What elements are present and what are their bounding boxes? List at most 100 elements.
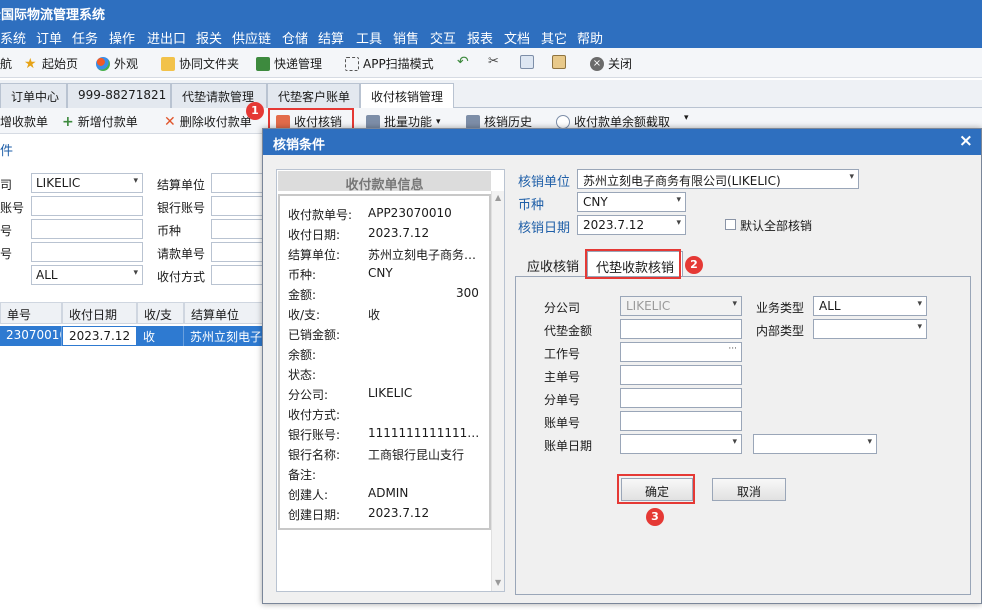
account-input[interactable] <box>31 196 143 216</box>
copy-button[interactable] <box>520 55 534 69</box>
menu-item-interaction[interactable]: 交互 <box>430 28 456 47</box>
job-no-input[interactable]: ··· <box>620 342 742 362</box>
verify-unit-value: 苏州立刻电子商务有限公司(LIKELIC) <box>583 174 781 188</box>
menu-item-warehouse[interactable]: 仓储 <box>282 28 308 47</box>
grid-header[interactable]: 收/支 <box>137 302 184 324</box>
advance-amount-input[interactable] <box>620 319 742 339</box>
tab-advance-bill[interactable]: 代垫客户账单 <box>267 83 360 108</box>
bill-no-input[interactable] <box>620 411 742 431</box>
default-all-checkbox[interactable] <box>725 219 736 230</box>
type-value: ALL <box>36 268 58 282</box>
ellipsis-icon[interactable]: ··· <box>728 344 737 354</box>
grid-cell[interactable]: 苏州立刻电子 <box>184 326 274 346</box>
close-icon[interactable]: × <box>959 131 973 151</box>
tab-verify-management[interactable]: 收付核销管理 <box>360 83 454 109</box>
menu-item-reports[interactable]: 报表 <box>467 28 493 47</box>
tab-receivable-verify[interactable]: 应收核销 <box>519 251 587 277</box>
home-button[interactable]: ★ 起始页 <box>24 55 78 72</box>
house-no-label: 分单号 <box>544 393 581 407</box>
tab-order-center[interactable]: 订单中心 <box>0 83 67 108</box>
results-grid: 单号 收付日期 收/支 结算单位 23070010 2023.7.12 收 苏州… <box>0 302 275 602</box>
delete-payment-button[interactable]: ✕ 删除收付款单 <box>164 113 252 130</box>
grid-cell[interactable]: 23070010 <box>0 326 62 346</box>
branch-select[interactable]: LIKELIC ▾ <box>620 296 742 316</box>
grid-cell[interactable]: 收 <box>137 326 184 346</box>
confirm-button[interactable]: 确定 <box>621 478 693 501</box>
bill-date-from[interactable]: ▾ <box>620 434 742 454</box>
bill-date-to[interactable]: ▾ <box>753 434 877 454</box>
scissors-icon: ✂ <box>488 54 499 69</box>
info-scrollbar[interactable]: ▲ ▼ <box>491 191 504 591</box>
master-no-input[interactable] <box>620 365 742 385</box>
menu-item-operation[interactable]: 操作 <box>109 28 135 47</box>
shared-folder-label: 协同文件夹 <box>179 57 240 71</box>
internal-type-select[interactable]: ▾ <box>813 319 927 339</box>
account-label: 账号 <box>0 201 25 215</box>
payment-info-header: 收付款单信息 <box>278 171 491 193</box>
request-no-label: 请款单号 <box>157 247 206 261</box>
document-tabs: 订单中心 999-88271821 代垫请款管理 代垫客户账单 收付核销管理 <box>0 80 982 109</box>
shared-folder-button[interactable]: 协同文件夹 <box>161 55 239 72</box>
verify-settings-area: 核销单位 苏州立刻电子商务有限公司(LIKELIC) ▾ 币种 CNY ▾ 核销日期… <box>513 169 973 599</box>
menu-item-sales[interactable]: 销售 <box>393 28 419 47</box>
number-input[interactable] <box>31 219 143 239</box>
close-circle-icon: × <box>590 56 604 71</box>
menu-item-help[interactable]: 帮助 <box>577 28 603 47</box>
express-button[interactable]: 快递管理 <box>256 55 322 72</box>
appearance-button[interactable]: 外观 <box>96 55 138 72</box>
app-scan-label: APP扫描模式 <box>363 57 434 71</box>
tab-order-number[interactable]: 999-88271821 <box>67 83 171 108</box>
info-label: 收付日期: <box>288 228 341 242</box>
home-label: 起始页 <box>42 57 79 71</box>
menu-item-order[interactable]: 订单 <box>36 28 62 47</box>
menu-item-supply-chain[interactable]: 供应链 <box>232 28 271 47</box>
company-select[interactable]: LIKELIC ▾ <box>31 173 143 193</box>
verify-conditions-dialog: 核销条件 × 收付款单信息 收付款单号: APP23070010 收付日期: 2… <box>262 128 982 604</box>
default-all-label: 默认全部核销 <box>740 219 813 233</box>
payment-info-panel: 收付款单信息 收付款单号: APP23070010 收付日期: 2023.7.1… <box>276 169 505 592</box>
cancel-button[interactable]: 取消 <box>712 478 786 501</box>
menu-bar: 系统 订单 任务 操作 进出口 报关 供应链 仓储 结算 工具 销售 交互 报表… <box>0 24 982 48</box>
menu-item-documents[interactable]: 文档 <box>504 28 530 47</box>
plus-icon: + <box>62 113 74 130</box>
menu-item-tools[interactable]: 工具 <box>356 28 382 47</box>
chevron-up-icon[interactable]: ▲ <box>495 193 501 202</box>
type-select[interactable]: ALL ▾ <box>31 265 143 285</box>
grid-header[interactable]: 收付日期 <box>62 302 137 324</box>
info-label: 银行名称: <box>288 448 341 462</box>
add-receipt-button[interactable]: 增收款单 <box>0 113 48 130</box>
menu-item-settlement[interactable]: 结算 <box>318 28 344 47</box>
menu-item-other[interactable]: 其它 <box>541 28 567 47</box>
biz-type-select[interactable]: ALL ▾ <box>813 296 927 316</box>
add-payment-button[interactable]: + 新增付款单 <box>62 113 138 130</box>
more-dropdown[interactable]: ▾ <box>684 113 689 123</box>
close-button[interactable]: × 关闭 <box>590 55 632 72</box>
cut-button[interactable]: ✂ <box>488 55 502 69</box>
number2-input[interactable] <box>31 242 143 262</box>
info-label: 备注: <box>288 468 317 482</box>
menu-item-customs[interactable]: 报关 <box>196 28 222 47</box>
menu-item-task[interactable]: 任务 <box>72 28 98 47</box>
currency-label: 币种 <box>518 198 545 213</box>
menu-item-system[interactable]: 系统 <box>0 28 26 47</box>
paste-button[interactable] <box>552 55 566 69</box>
info-value: 2023.7.12 <box>368 226 430 240</box>
grid-cell[interactable]: 2023.7.12 <box>62 326 137 346</box>
verify-unit-select[interactable]: 苏州立刻电子商务有限公司(LIKELIC) ▾ <box>577 169 859 189</box>
grid-header[interactable]: 单号 <box>0 302 62 324</box>
chevron-down-icon[interactable]: ▼ <box>495 578 501 587</box>
tab-advance-verify[interactable]: 代垫收款核销 <box>587 251 684 277</box>
undo-button[interactable]: ↶ <box>457 55 471 69</box>
grid-header[interactable]: 结算单位 <box>184 302 274 324</box>
undo-icon: ↶ <box>457 54 469 70</box>
house-no-input[interactable] <box>620 388 742 408</box>
menu-item-import-export[interactable]: 进出口 <box>147 28 186 47</box>
tab-label: 代垫客户账单 <box>278 90 351 104</box>
app-scan-button[interactable]: APP扫描模式 <box>345 55 434 72</box>
chevron-down-icon: ▾ <box>436 116 441 127</box>
bill-no-label: 账单号 <box>544 416 581 430</box>
currency-select[interactable]: CNY ▾ <box>577 192 686 212</box>
nav-button[interactable]: 航 <box>0 55 12 72</box>
info-label: 分公司: <box>288 388 329 402</box>
verify-date-picker[interactable]: 2023.7.12 ▾ <box>577 215 686 235</box>
